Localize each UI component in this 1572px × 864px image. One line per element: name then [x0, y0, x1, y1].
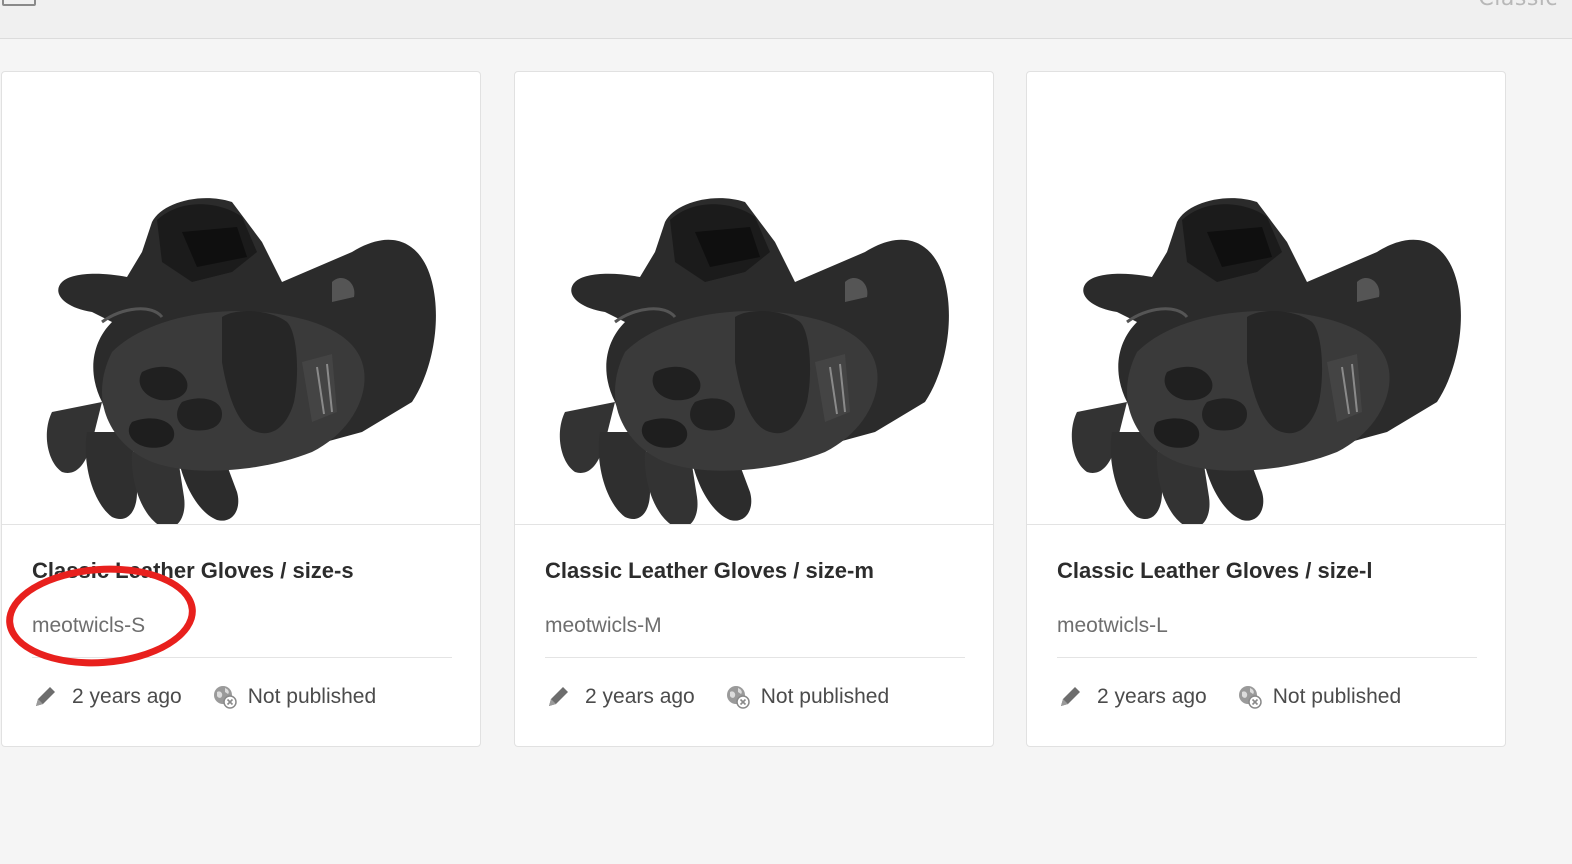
product-sku: meotwicls-L: [1057, 614, 1168, 637]
product-thumbnail: [515, 72, 993, 525]
top-bar: Classic: [0, 0, 1572, 39]
card-meta: 2 years ago Not published: [32, 682, 376, 712]
product-card[interactable]: Classic Leather Gloves / size-l meotwicl…: [1026, 71, 1506, 747]
modified-time: 2 years ago: [585, 685, 695, 708]
leather-gloves-image: [45, 196, 438, 524]
leather-gloves-image: [558, 196, 951, 524]
product-title: Classic Leather Gloves / size-l: [1057, 558, 1373, 583]
pencil-icon: [36, 687, 55, 706]
product-title: Classic Leather Gloves / size-s: [32, 558, 354, 583]
product-thumbnail: [1027, 72, 1505, 525]
modified-time: 2 years ago: [72, 685, 182, 708]
globe-unpublished-icon: [1238, 686, 1262, 709]
card-divider: [1057, 657, 1477, 658]
publish-status: Not published: [760, 685, 890, 708]
product-card[interactable]: Classic Leather Gloves / size-m meotwicl…: [514, 71, 994, 747]
product-title: Classic Leather Gloves / size-m: [545, 558, 874, 583]
pencil-icon: [549, 687, 568, 706]
panel-toggle-icon[interactable]: [2, 0, 36, 6]
card-meta: 2 years ago Not published: [1057, 682, 1401, 712]
card-divider: [545, 657, 965, 658]
product-sku: meotwicls-M: [545, 614, 662, 637]
globe-unpublished-icon: [726, 686, 750, 709]
card-meta: 2 years ago Not published: [545, 682, 889, 712]
leather-gloves-image: [1070, 196, 1463, 524]
publish-status: Not published: [1272, 685, 1402, 708]
publish-status: Not published: [247, 685, 377, 708]
product-card[interactable]: Classic Leather Gloves / size-s meotwicl…: [1, 71, 481, 747]
card-divider: [32, 657, 452, 658]
globe-unpublished-icon: [213, 686, 237, 709]
pencil-icon: [1061, 687, 1080, 706]
product-thumbnail: [2, 72, 480, 525]
modified-time: 2 years ago: [1097, 685, 1207, 708]
product-sku: meotwicls-S: [32, 614, 146, 637]
page-title: Classic: [1478, 0, 1558, 11]
